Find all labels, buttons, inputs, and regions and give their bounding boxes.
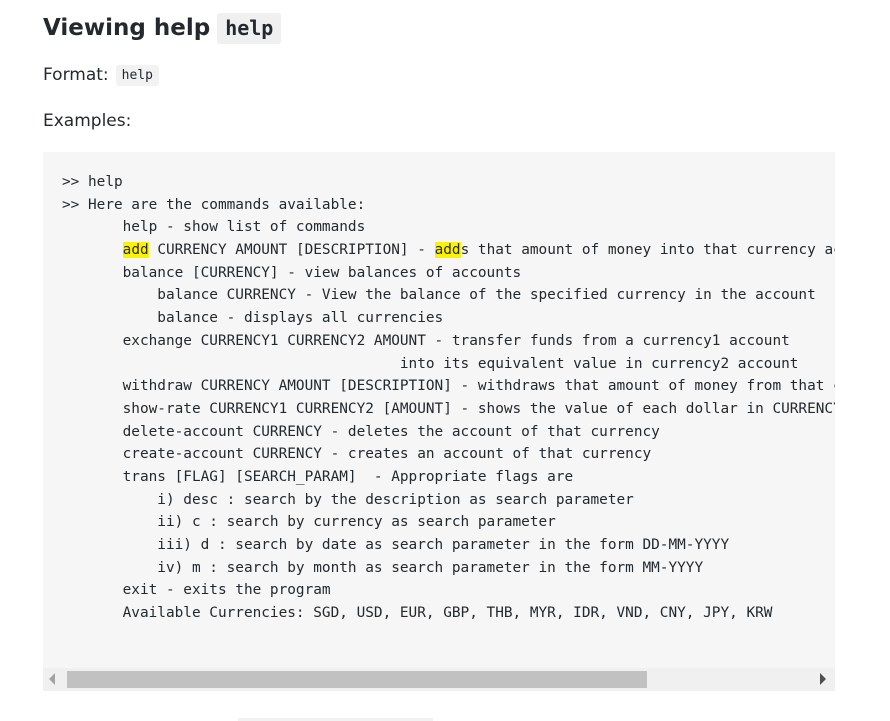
page-title: Viewing help help — [43, 8, 282, 48]
code-line: balance CURRENCY - View the balance of t… — [62, 287, 816, 304]
code-block: >> help >> Here are the commands availabl… — [43, 152, 835, 691]
code-line: withdraw CURRENCY AMOUNT [DESCRIPTION] -… — [122, 378, 835, 395]
code-line: iv) m : search by month as search parame… — [62, 559, 704, 576]
page-title-text: Viewing help — [43, 15, 211, 41]
code-line: balance - displays all currencies — [62, 310, 444, 327]
format-label: Format: — [43, 65, 109, 85]
format-line: Format: help — [43, 62, 159, 88]
code-line: >> Here are the commands available: — [62, 196, 366, 213]
horizontal-scrollbar[interactable] — [43, 668, 835, 691]
code-content: >> help >> Here are the commands availabl… — [62, 171, 835, 625]
code-line: exchange CURRENCY1 CURRENCY2 AMOUNT - tr… — [62, 332, 790, 349]
scrollbar-thumb[interactable] — [67, 671, 647, 688]
code-line: show-rate CURRENCY1 CURRENCY2 [AMOUNT] -… — [122, 400, 835, 417]
code-line: add CURRENCY AMOUNT [DESCRIPTION] - adds… — [122, 242, 835, 259]
code-line: ii) c : search by currency as search par… — [62, 514, 556, 531]
search-highlight: add — [122, 242, 149, 259]
code-line: balance [CURRENCY] - view balances of ac… — [62, 264, 522, 281]
code-line: into its equivalent value in currency2 a… — [62, 355, 799, 372]
examples-label: Examples: — [43, 111, 132, 131]
code-line: help - show list of commands — [62, 219, 366, 236]
code-line: create-account CURRENCY - creates an acc… — [62, 446, 652, 463]
chevron-left-icon[interactable] — [49, 673, 55, 685]
code-line: Available Currencies: SGD, USD, EUR, GBP… — [62, 605, 773, 622]
page-title-code: help — [217, 12, 282, 44]
code-line: trans [FLAG] [SEARCH_PARAM] - Appropriat… — [62, 468, 574, 485]
code-line: delete-account CURRENCY - deletes the ac… — [62, 423, 660, 440]
code-line: >> help — [62, 174, 123, 190]
examples-line: Examples: — [43, 108, 131, 134]
code-line: iii) d : search by date as search parame… — [62, 537, 730, 553]
format-code: help — [115, 64, 159, 86]
chevron-right-icon[interactable] — [820, 673, 826, 685]
search-highlight: add — [434, 242, 461, 259]
code-line: exit - exits the program — [62, 582, 331, 599]
code-line: i) desc : search by the description as s… — [62, 491, 634, 508]
